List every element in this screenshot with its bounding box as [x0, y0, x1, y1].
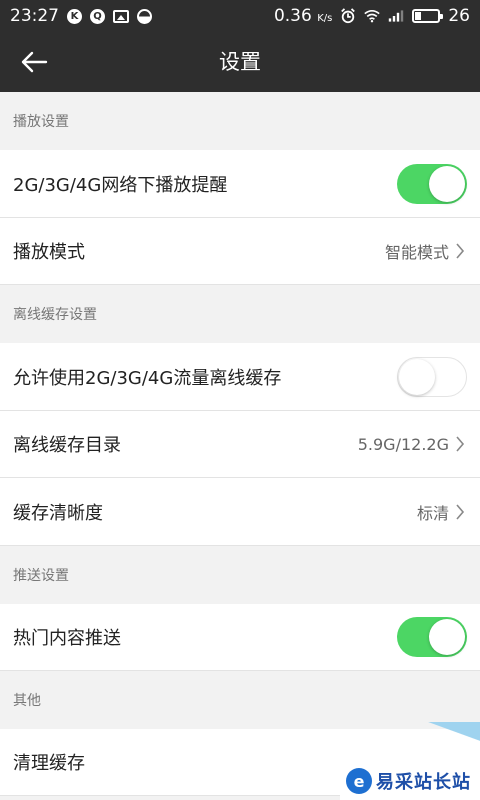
hot-push-label: 热门内容推送	[13, 628, 121, 649]
allow-mobile-cache-row: 允许使用2G/3G/4G流量离线缓存	[0, 343, 480, 411]
hot-push-row: 热门内容推送	[0, 604, 480, 671]
play-mode-row[interactable]: 播放模式 智能模式	[0, 218, 480, 285]
half-circle-icon	[137, 8, 152, 24]
network-reminder-label: 2G/3G/4G网络下播放提醒	[13, 174, 228, 196]
allow-mobile-cache-label: 允许使用2G/3G/4G流量离线缓存	[13, 367, 282, 389]
chevron-right-icon	[455, 243, 467, 259]
play-mode-value: 智能模式	[384, 243, 449, 262]
battery-icon	[412, 9, 444, 23]
toggle-knob	[399, 358, 435, 395]
allow-mobile-cache-toggle[interactable]	[397, 356, 467, 397]
network-reminder-toggle[interactable]	[397, 163, 467, 204]
toggle-knob	[429, 619, 465, 655]
play-mode-label: 播放模式	[13, 242, 85, 263]
cache-directory-value: 5.9G/12.2G	[357, 434, 449, 454]
cache-quality-label: 缓存清晰度	[13, 502, 103, 524]
watermark-stripe	[420, 722, 480, 762]
section-header-playback: 播放设置	[0, 92, 480, 150]
wifi-icon	[364, 8, 381, 24]
hot-push-toggle[interactable]	[397, 617, 467, 657]
toggle-knob	[429, 165, 465, 202]
cache-directory-label: 离线缓存目录	[13, 435, 121, 456]
cache-quality-row[interactable]: 缓存清晰度 标清	[0, 478, 480, 546]
alarm-icon	[340, 8, 356, 24]
status-bar: 23:27 K Q 0.36 K/s 26	[0, 0, 480, 32]
nav-bar: 设置	[0, 32, 480, 92]
network-speed: 0.36 K/s	[273, 6, 333, 26]
chevron-right-icon	[455, 503, 467, 520]
cache-directory-row[interactable]: 离线缓存目录 5.9G/12.2G	[0, 411, 480, 478]
k-app-icon: K	[67, 8, 82, 24]
q-app-icon: Q	[90, 8, 105, 24]
network-reminder-row: 2G/3G/4G网络下播放提醒	[0, 150, 480, 218]
battery-level: 26	[448, 6, 470, 26]
page-title: 设置	[219, 50, 261, 74]
cache-quality-value: 标清	[416, 503, 449, 523]
image-icon	[113, 9, 129, 23]
section-header-offline: 离线缓存设置	[0, 285, 480, 343]
section-header-push: 推送设置	[0, 546, 480, 604]
watermark: e 易采站长站	[340, 722, 480, 800]
section-header-other: 其他	[0, 671, 480, 729]
clear-cache-label: 清理缓存	[13, 753, 85, 774]
watermark-logo-icon: e	[346, 768, 372, 794]
chevron-right-icon	[455, 436, 467, 452]
status-time: 23:27	[10, 6, 59, 26]
watermark-text: 易采站长站	[376, 772, 471, 793]
signal-icon	[388, 8, 404, 24]
